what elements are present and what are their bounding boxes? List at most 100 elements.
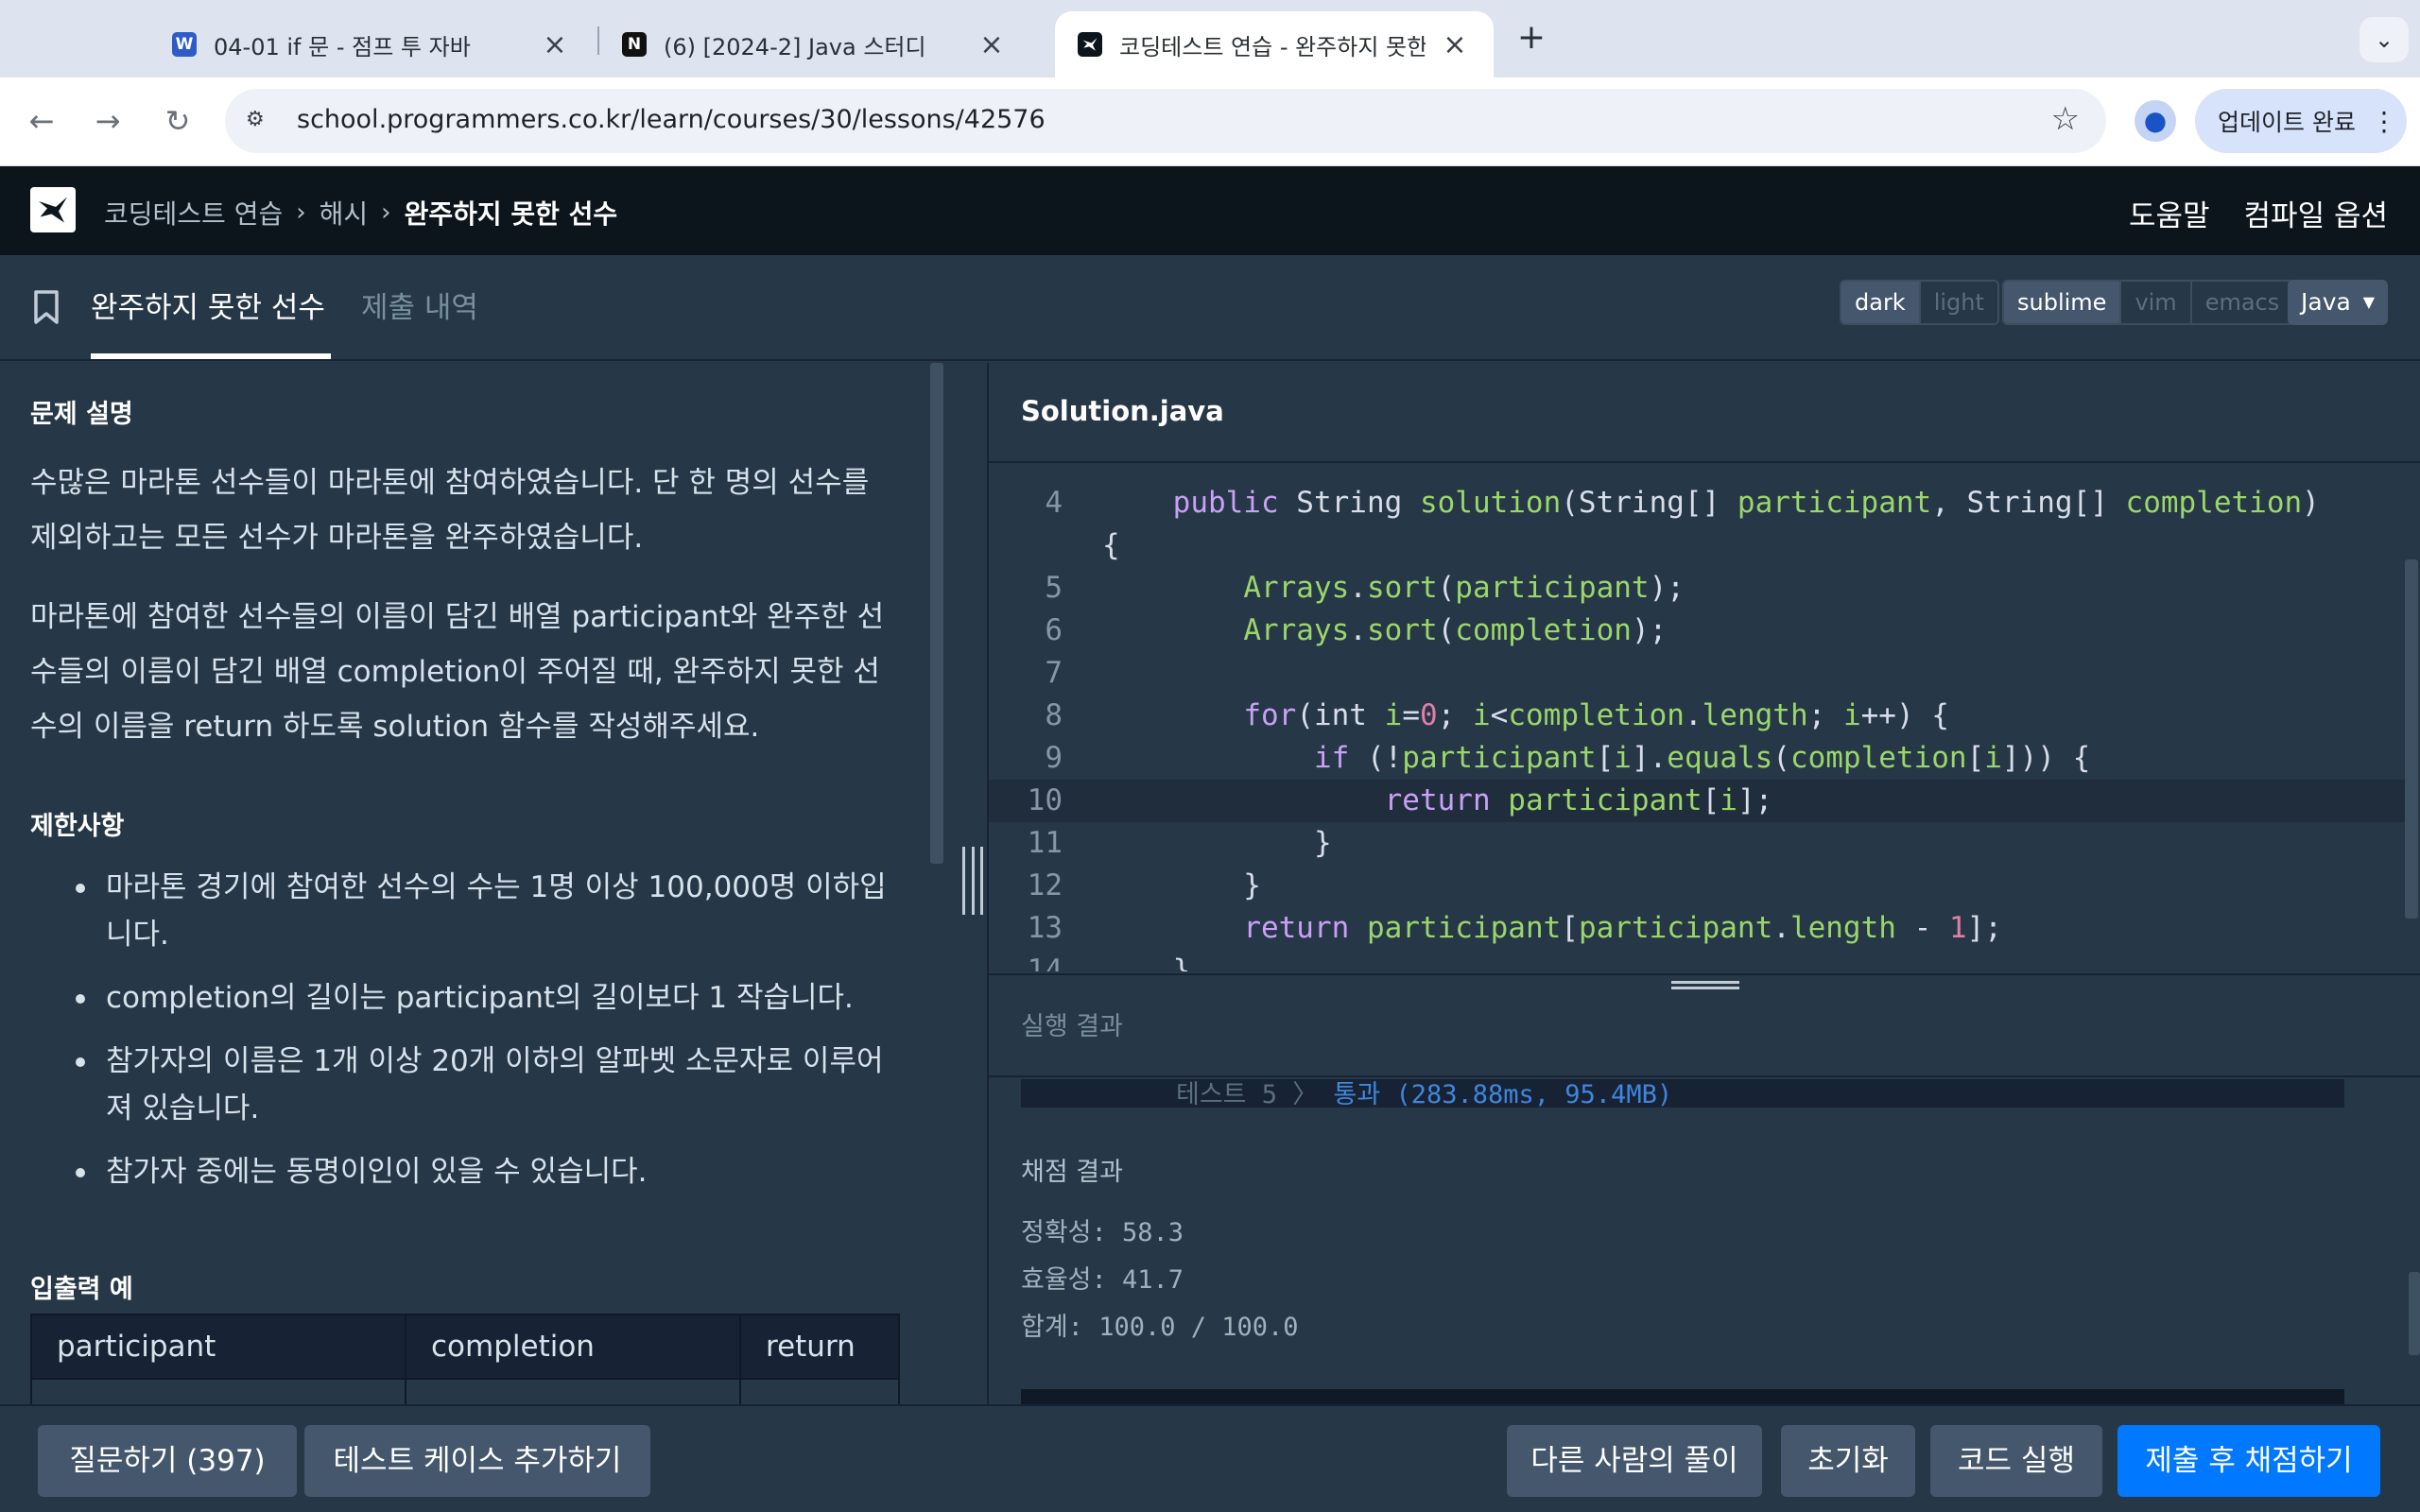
browser-tab-java-study[interactable]: N (6) [2024-2] Java 스터디 × — [599, 11, 1030, 77]
terminal-output-box — [1021, 1389, 2344, 1404]
table-header-participant: participant — [30, 1314, 406, 1380]
result-scrollbar[interactable] — [2409, 1272, 2420, 1355]
run-code-button[interactable]: 코드 실행 — [1930, 1425, 2102, 1497]
splitter-drag-handle[interactable] — [962, 847, 983, 915]
test-result-line: 테스트 5 〉 통과 (283.88ms, 95.4MB) — [1176, 1079, 1672, 1110]
grade-result-title: 채점 결과 — [1021, 1158, 1123, 1187]
chevron-right-icon: › — [381, 198, 391, 227]
compile-options-link[interactable]: 컴파일 옵션 — [2244, 192, 2388, 234]
code-line[interactable]: 7 — [989, 652, 2407, 695]
code-line[interactable]: 14 } — [989, 950, 2407, 971]
code-line[interactable]: 5 Arrays.sort(participant); — [989, 567, 2407, 610]
add-testcase-button[interactable]: 테스트 케이스 추가하기 — [304, 1425, 650, 1497]
new-tab-plus-icon[interactable]: + — [1511, 17, 1552, 59]
line-number: 8 — [1045, 698, 1063, 732]
line-number: 4 — [1045, 486, 1063, 520]
forward-arrow-icon[interactable]: → — [85, 98, 130, 144]
code-line[interactable]: 6 Arrays.sort(completion); — [989, 610, 2407, 652]
active-tab-indicator — [91, 353, 331, 359]
line-number: 10 — [1027, 783, 1063, 817]
keymap-emacs-option[interactable]: emacs — [2191, 282, 2293, 323]
table-row — [30, 1378, 900, 1404]
language-select[interactable]: Java ▼ — [2288, 280, 2388, 325]
test-label: 테스트 5 〉 — [1176, 1080, 1334, 1109]
close-icon[interactable]: × — [1439, 28, 1471, 61]
action-footer: 질문하기 (397) 테스트 케이스 추가하기 다른 사람의 풀이 초기화 코드… — [0, 1404, 2420, 1512]
line-number: 13 — [1027, 911, 1063, 945]
grade-efficiency: 효율성: 41.7 — [1021, 1265, 1184, 1295]
code-line-text: Arrays.sort(participant); — [1243, 571, 1685, 605]
close-icon[interactable]: × — [976, 28, 1008, 61]
table-header-completion: completion — [405, 1314, 741, 1380]
code-line[interactable]: 9 if (!participant[i].equals(completion[… — [989, 737, 2407, 780]
code-line-text: } — [1102, 826, 1332, 860]
theme-dark-option[interactable]: dark — [1841, 282, 1921, 323]
line-number: 6 — [1045, 613, 1063, 647]
site-header: 코딩테스트 연습 › 해시 › 완주하지 못한 선수 도움말 컴파일 옵션 — [0, 166, 2420, 255]
code-line[interactable]: 13 return participant[participant.length… — [989, 907, 2407, 950]
table-header-return: return — [739, 1314, 900, 1380]
code-line[interactable]: { — [989, 524, 2407, 567]
theme-light-option[interactable]: light — [1920, 282, 1997, 323]
bookmark-icon[interactable] — [32, 289, 60, 325]
editor-header: Solution.java — [989, 363, 2420, 463]
reload-icon[interactable]: ↻ — [155, 98, 200, 144]
browser-tab-programmers[interactable]: 코딩테스트 연습 - 완주하지 못한 선수 × — [1055, 11, 1494, 77]
editor-scrollbar[interactable] — [2405, 559, 2418, 919]
grade-total: 합계: 100.0 / 100.0 — [1021, 1313, 1299, 1342]
profile-avatar-icon[interactable]: ● — [2135, 100, 2176, 142]
header-links: 도움말 컴파일 옵션 — [2129, 192, 2388, 234]
test-output-box: 테스트 5 〉 통과 (283.88ms, 95.4MB) — [1021, 1079, 2344, 1110]
result-resize-handle[interactable] — [989, 973, 2420, 992]
list-item: completion의 길이는 participant의 길이보다 1 작습니다… — [76, 974, 898, 1022]
breadcrumb-hash[interactable]: 해시 — [320, 194, 369, 232]
run-result-output[interactable]: 테스트 5 〉 통과 (283.88ms, 95.4MB) 채점 결과 정확성:… — [989, 1079, 2420, 1404]
ask-question-button[interactable]: 질문하기 (397) — [38, 1425, 297, 1497]
reset-button[interactable]: 초기화 — [1781, 1425, 1915, 1497]
keymap-vim-option[interactable]: vim — [2121, 282, 2192, 323]
code-line[interactable]: 11 } — [989, 822, 2407, 865]
code-line-text: { — [1102, 528, 1120, 562]
update-button[interactable]: 업데이트 완료 ⋮ — [2195, 89, 2407, 153]
help-link[interactable]: 도움말 — [2129, 192, 2210, 234]
code-line-text: return participant[i]; — [1384, 783, 1773, 817]
problem-tabs-row: 완주하지 못한 선수 제출 내역 dark light sublime vim … — [0, 255, 2420, 361]
others-solutions-button[interactable]: 다른 사람의 풀이 — [1507, 1425, 1762, 1497]
programmers-logo-icon[interactable] — [30, 187, 76, 232]
table-cell — [405, 1378, 741, 1404]
table-cell — [30, 1378, 406, 1404]
constraints-heading: 제한사항 — [30, 812, 125, 841]
code-editor[interactable]: 4 public String solution(String[] partic… — [989, 465, 2420, 971]
keymap-sublime-option[interactable]: sublime — [2004, 282, 2122, 323]
code-line-active[interactable]: 10 return participant[i]; — [989, 780, 2407, 822]
url-text[interactable]: school.programmers.co.kr/learn/courses/3… — [297, 105, 1046, 134]
editor-filename: Solution.java — [1021, 395, 1224, 427]
url-bar[interactable]: ⚙ school.programmers.co.kr/learn/courses… — [225, 89, 2106, 153]
wikidocs-favicon-icon: W — [172, 32, 197, 57]
browser-tab-jump-to-java[interactable]: W 04-01 if 문 - 점프 투 자바 × — [149, 11, 594, 77]
code-line[interactable]: 8 for(int i=0; i<completion.length; i++)… — [989, 695, 2407, 737]
problem-description-panel[interactable]: 문제 설명 수많은 마라톤 선수들이 마라톤에 참여하였습니다. 단 한 명의 … — [0, 363, 987, 1404]
bookmark-star-icon[interactable]: ☆ — [2051, 100, 2080, 138]
list-item: 참가자의 이름은 1개 이상 20개 이하의 알파벳 소문자로 이루어져 있습니… — [76, 1038, 898, 1132]
tab-search-chevron-icon[interactable]: ⌄ — [2360, 17, 2409, 62]
address-toolbar: ← → ↻ ⚙ school.programmers.co.kr/learn/c… — [0, 77, 2420, 166]
io-example-heading: 입출력 예 — [30, 1275, 133, 1304]
breadcrumb-coding-test[interactable]: 코딩테스트 연습 — [104, 194, 283, 232]
submit-button[interactable]: 제출 후 채점하기 — [2118, 1425, 2380, 1497]
run-result-title: 실행 결과 — [1021, 1012, 1123, 1041]
tab-problem[interactable]: 완주하지 못한 선수 — [91, 284, 325, 326]
description-scrollbar[interactable] — [930, 363, 943, 864]
browser-tab-bar: W 04-01 if 문 - 점프 투 자바 × N (6) [2024-2] … — [0, 0, 2420, 77]
chevron-right-icon: › — [296, 198, 306, 227]
kebab-menu-icon: ⋮ — [2370, 105, 2397, 137]
code-line[interactable]: 12 } — [989, 865, 2407, 907]
close-icon[interactable]: × — [539, 28, 571, 61]
code-line[interactable]: 4 public String solution(String[] partic… — [989, 482, 2407, 524]
back-arrow-icon[interactable]: ← — [19, 98, 64, 144]
line-number: 7 — [1045, 656, 1063, 690]
site-settings-icon[interactable]: ⚙ — [246, 108, 274, 134]
tab-submissions[interactable]: 제출 내역 — [361, 284, 478, 326]
table-cell — [739, 1378, 900, 1404]
line-number: 5 — [1045, 571, 1063, 605]
